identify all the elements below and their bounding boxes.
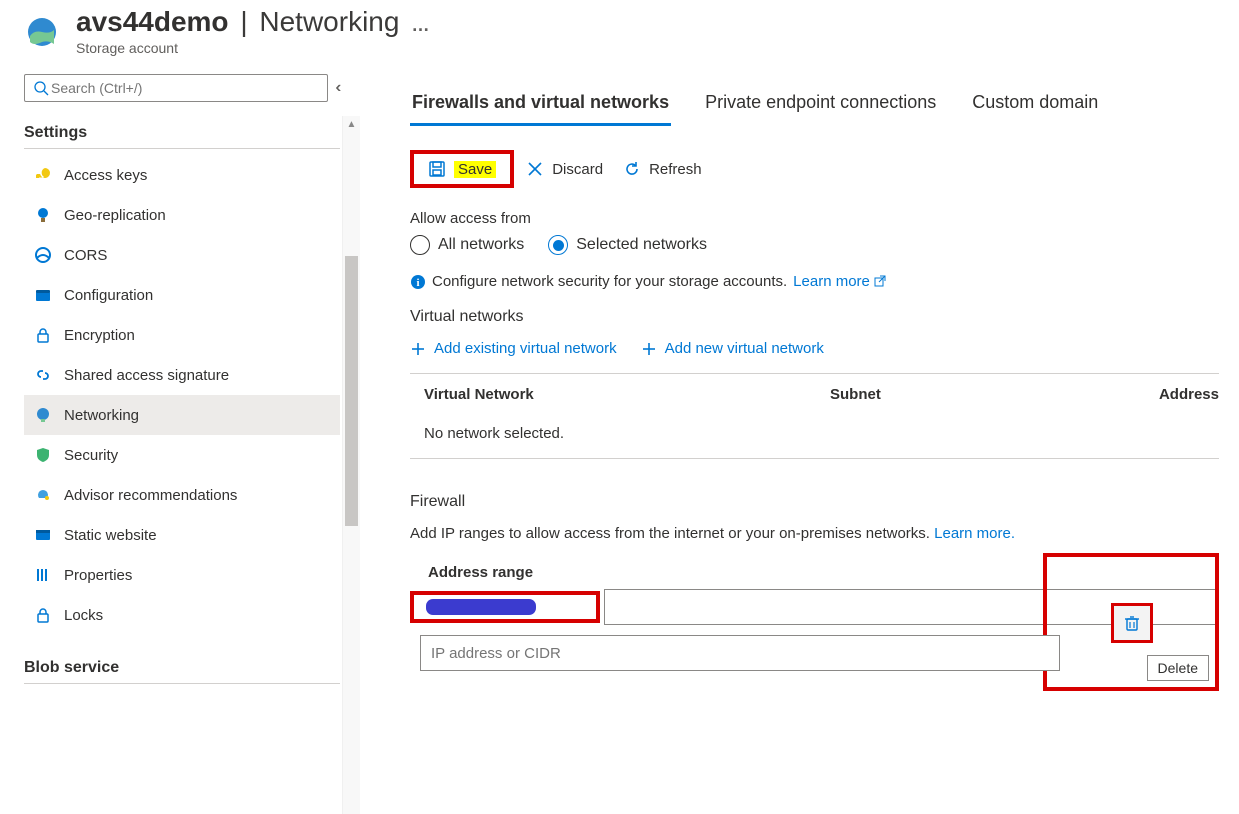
discard-button[interactable]: Discard — [518, 158, 611, 180]
tab-pec[interactable]: Private endpoint connections — [703, 92, 938, 126]
info-learn-more-link[interactable]: Learn more — [793, 273, 886, 290]
trash-icon — [1123, 614, 1141, 632]
close-icon — [526, 160, 544, 178]
sidebar-scrollbar[interactable]: ▲ — [342, 116, 360, 814]
scrollbar-thumb[interactable] — [345, 256, 358, 526]
refresh-button[interactable]: Refresh — [615, 158, 710, 180]
sidebar-item-properties[interactable]: Properties — [24, 555, 340, 595]
sidebar-item-geo-replication[interactable]: Geo-replication — [24, 195, 340, 235]
highlight-save: Save — [410, 150, 514, 188]
sidebar-item-networking[interactable]: Networking — [24, 395, 340, 435]
page-title: Networking — [259, 6, 399, 38]
search-icon — [33, 80, 49, 96]
info-icon: i — [410, 274, 426, 290]
vnet-empty-message: No network selected. — [410, 415, 1219, 459]
add-new-vnet[interactable]: Add new virtual network — [641, 340, 824, 357]
sidebar-item-configuration[interactable]: Configuration — [24, 275, 340, 315]
more-menu[interactable]: … — [403, 15, 437, 36]
vnet-table-header: Virtual Network Subnet Address — [410, 374, 1219, 415]
network-icon — [34, 406, 52, 424]
plus-icon — [641, 341, 657, 357]
highlight-address-input — [410, 591, 600, 623]
sidebar-item-locks[interactable]: Locks — [24, 595, 340, 635]
lock-icon — [34, 326, 52, 344]
sidebar-item-advisor[interactable]: Advisor recommendations — [24, 475, 340, 515]
resource-name: avs44demo — [76, 6, 229, 38]
advisor-icon — [34, 486, 52, 504]
firewall-title: Firewall — [410, 493, 1219, 511]
scroll-up-icon[interactable]: ▲ — [343, 116, 360, 134]
sidebar-item-security[interactable]: Security — [24, 435, 340, 475]
external-link-icon — [874, 275, 886, 287]
sidebar-item-cors[interactable]: CORS — [24, 235, 340, 275]
globe-icon — [34, 206, 52, 224]
redacted-ip-value — [426, 599, 536, 615]
sidebar-item-access-keys[interactable]: Access keys — [24, 155, 340, 195]
website-icon — [34, 526, 52, 544]
key-icon — [34, 166, 52, 184]
allow-access-label: Allow access from — [410, 210, 1219, 227]
firewall-learn-more[interactable]: Learn more. — [934, 525, 1015, 542]
shield-icon — [34, 446, 52, 464]
properties-icon — [34, 566, 52, 584]
section-settings: Settings — [24, 116, 340, 149]
address-input-new[interactable] — [420, 635, 1060, 671]
add-existing-vnet[interactable]: Add existing virtual network — [410, 340, 617, 357]
lock-icon — [34, 606, 52, 624]
storage-account-icon — [24, 16, 60, 52]
link-icon — [34, 366, 52, 384]
search-input[interactable] — [24, 74, 328, 102]
firewall-desc: Add IP ranges to allow access from the i… — [410, 525, 930, 542]
gear-icon — [34, 286, 52, 304]
radio-selected-networks[interactable]: Selected networks — [548, 235, 707, 255]
svg-text:i: i — [416, 277, 419, 289]
sidebar-item-sas[interactable]: Shared access signature — [24, 355, 340, 395]
radio-all-networks[interactable]: All networks — [410, 235, 524, 255]
save-icon — [428, 160, 446, 178]
info-text: Configure network security for your stor… — [432, 273, 787, 290]
section-blob: Blob service — [24, 651, 340, 684]
sidebar-item-encryption[interactable]: Encryption — [24, 315, 340, 355]
refresh-icon — [623, 160, 641, 178]
resource-type: Storage account — [76, 40, 1239, 56]
cors-icon — [34, 246, 52, 264]
plus-icon — [410, 341, 426, 357]
vnet-title: Virtual networks — [410, 308, 1219, 326]
sidebar-item-static-website[interactable]: Static website — [24, 515, 340, 555]
save-button[interactable]: Save — [420, 158, 504, 180]
tab-custom-domain[interactable]: Custom domain — [970, 92, 1100, 126]
tab-firewall[interactable]: Firewalls and virtual networks — [410, 92, 671, 126]
